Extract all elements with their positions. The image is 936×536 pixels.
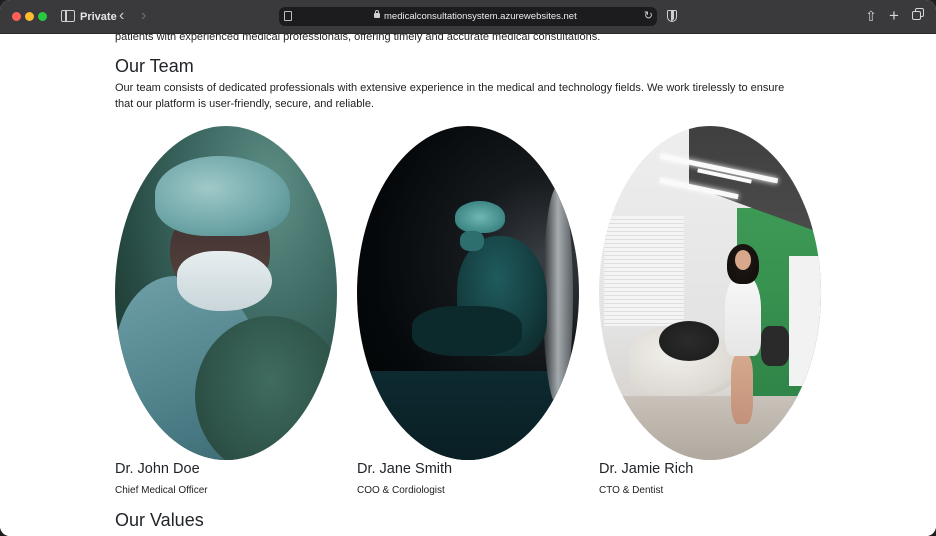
- photo-detail-patient: [659, 321, 719, 361]
- member-name: Dr. John Doe: [115, 461, 200, 477]
- zoom-window-button[interactable]: [38, 12, 47, 21]
- photo-detail-legs: [731, 354, 753, 424]
- photo-detail-dentist: [725, 276, 761, 356]
- team-member-card: Dr. John Doe Chief Medical Officer: [115, 126, 337, 496]
- url-text[interactable]: medicalconsultationsystem.azurewebsites.…: [384, 10, 577, 23]
- privacy-shield-icon[interactable]: [667, 10, 677, 22]
- reload-icon[interactable]: ↻: [644, 9, 653, 23]
- lock-icon: [374, 10, 380, 18]
- member-role: CTO & Dentist: [599, 485, 664, 496]
- photo-detail-face: [735, 250, 751, 270]
- member-name: Dr. Jane Smith: [357, 461, 453, 477]
- photo-detail-mask: [177, 251, 272, 311]
- team-member-card: Dr. Jamie Rich CTO & Dentist: [599, 126, 821, 496]
- team-member-card: Dr. Jane Smith COO & Cordiologist: [357, 126, 579, 496]
- photo-detail-stool: [761, 326, 789, 366]
- share-icon[interactable]: ⇧: [863, 7, 879, 25]
- team-heading: Our Team: [115, 56, 194, 76]
- address-bar[interactable]: medicalconsultationsystem.azurewebsites.…: [279, 7, 657, 26]
- back-arrow-icon[interactable]: ‹: [119, 7, 124, 25]
- photo-detail-legs: [412, 306, 522, 356]
- photo-detail-floor: [357, 371, 579, 460]
- photo-detail-cap: [155, 156, 290, 236]
- tab-overview-front-square: [912, 11, 921, 20]
- page-content: patients with experienced medical profes…: [0, 34, 936, 536]
- dental-office-photo: [599, 126, 821, 460]
- sidebar-toggle-icon[interactable]: [61, 10, 75, 22]
- private-mode-label: Private: [80, 11, 117, 23]
- photo-detail-cabinet: [789, 256, 821, 386]
- doctor-seated-photo: [357, 126, 579, 460]
- forward-arrow-icon[interactable]: ›: [141, 7, 146, 25]
- minimize-window-button[interactable]: [25, 12, 34, 21]
- photo-detail-mask: [460, 231, 484, 251]
- photo-detail-floor: [599, 396, 821, 460]
- photo-detail-blinds: [604, 216, 684, 326]
- team-description: Our team consists of dedicated professio…: [115, 82, 785, 110]
- values-heading: Our Values: [115, 510, 204, 530]
- browser-window: Private ‹ › medicalconsultationsystem.az…: [0, 0, 936, 536]
- member-role: Chief Medical Officer: [115, 485, 208, 496]
- new-tab-icon[interactable]: +: [886, 7, 902, 25]
- member-name: Dr. Jamie Rich: [599, 461, 694, 477]
- surgeon-photo: [115, 126, 337, 460]
- member-role: COO & Cordiologist: [357, 485, 445, 496]
- close-window-button[interactable]: [12, 12, 21, 21]
- intro-text: patients with experienced medical profes…: [115, 34, 601, 43]
- page-menu-icon[interactable]: [284, 11, 292, 21]
- browser-toolbar: Private ‹ › medicalconsultationsystem.az…: [0, 0, 936, 34]
- photo-detail-light: [543, 186, 573, 406]
- photo-detail-cap: [455, 201, 505, 233]
